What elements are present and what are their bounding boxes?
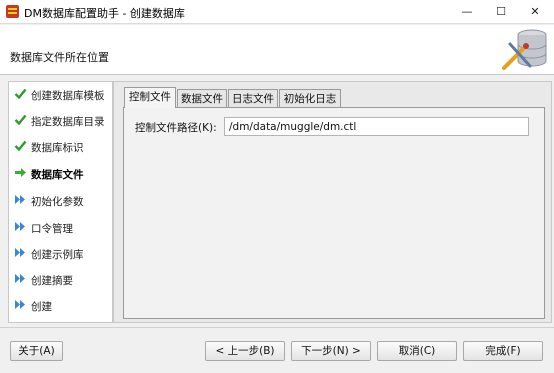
- tab-control-file[interactable]: 控制文件: [124, 87, 176, 108]
- maximize-button[interactable]: ☐: [483, 0, 519, 24]
- finish-button[interactable]: 完成(F): [463, 341, 543, 361]
- blue-double-arrow-icon: [14, 298, 27, 311]
- window-title: DM数据库配置助手 - 创建数据库: [24, 7, 185, 20]
- step-label: 创建: [31, 301, 52, 313]
- step-label: 初始化参数: [31, 196, 84, 208]
- check-icon: [14, 113, 27, 126]
- step-db-directory: 指定数据库目录: [9, 110, 112, 130]
- step-db-identity: 数据库标识: [9, 136, 112, 156]
- title-bar: DM数据库配置助手 - 创建数据库 — ☐ ✕: [0, 0, 554, 24]
- minimize-button[interactable]: —: [449, 0, 485, 24]
- database-tools-icon: [496, 26, 552, 74]
- wizard-steps: 创建数据库模板 指定数据库目录 数据库标识 数据库文件 初始化参数 口令管理 创…: [8, 81, 113, 323]
- control-file-path-input[interactable]: [224, 117, 529, 136]
- step-summary: 创建摘要: [9, 269, 112, 289]
- app-icon: [5, 4, 20, 19]
- step-label: 创建数据库模板: [31, 90, 105, 102]
- about-button[interactable]: 关于(A): [10, 341, 63, 361]
- step-db-files: 数据库文件: [9, 163, 112, 183]
- prev-button[interactable]: < 上一步(B): [205, 341, 285, 361]
- step-label: 数据库文件: [31, 169, 84, 181]
- control-file-path-label: 控制文件路径(K):: [135, 122, 217, 134]
- green-arrow-icon: [14, 166, 27, 179]
- check-icon: [14, 87, 27, 100]
- step-password: 口令管理: [9, 217, 112, 237]
- tab-init-log[interactable]: 初始化日志: [279, 89, 341, 108]
- step-label: 创建摘要: [31, 275, 73, 287]
- blue-double-arrow-icon: [14, 193, 27, 206]
- next-button[interactable]: 下一步(N) >: [291, 341, 371, 361]
- footer-divider: [0, 327, 554, 328]
- step-init-params: 初始化参数: [9, 190, 112, 210]
- step-sample-db: 创建示例库: [9, 243, 112, 263]
- blue-double-arrow-icon: [14, 246, 27, 259]
- blue-double-arrow-icon: [14, 220, 27, 233]
- check-icon: [14, 139, 27, 152]
- close-button[interactable]: ✕: [517, 0, 553, 24]
- page-title: 数据库文件所在位置: [10, 51, 109, 64]
- step-create: 创建: [9, 295, 112, 315]
- blue-double-arrow-icon: [14, 272, 27, 285]
- cancel-button[interactable]: 取消(C): [377, 341, 457, 361]
- step-label: 数据库标识: [31, 142, 84, 154]
- tab-panel-control-file: 控制文件路径(K):: [123, 107, 545, 319]
- step-label: 创建示例库: [31, 249, 84, 261]
- step-create-template: 创建数据库模板: [9, 84, 112, 104]
- step-label: 口令管理: [31, 223, 73, 235]
- step-label: 指定数据库目录: [31, 116, 105, 128]
- tab-log-file[interactable]: 日志文件: [228, 89, 278, 108]
- content-panel: 控制文件 数据文件 日志文件 初始化日志 控制文件路径(K):: [113, 81, 552, 323]
- wizard-header: 数据库文件所在位置: [0, 25, 554, 75]
- tab-data-file[interactable]: 数据文件: [177, 89, 227, 108]
